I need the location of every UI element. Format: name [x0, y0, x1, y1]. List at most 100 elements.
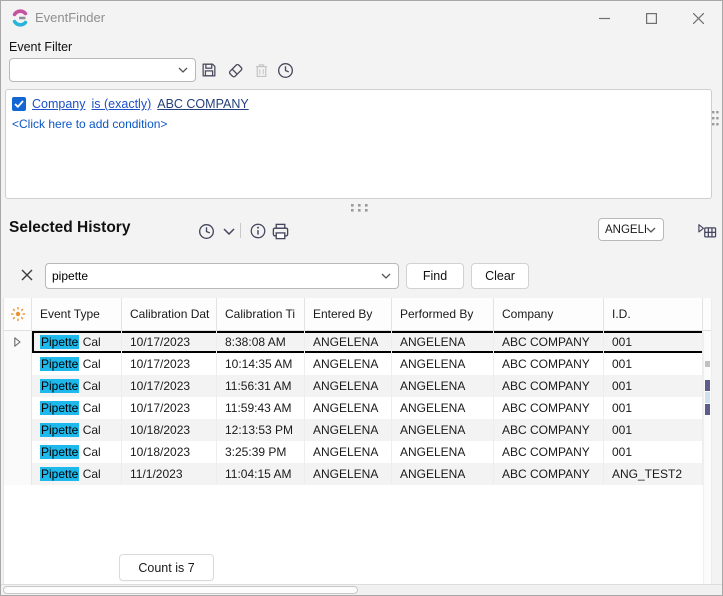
cell-performed-by: ANGELENA [392, 331, 494, 353]
user-combo-value: ANGELENA [599, 224, 646, 236]
find-button[interactable]: Find [406, 263, 464, 289]
cell-entered-by: ANGELENA [305, 419, 392, 441]
column-header-event-type[interactable]: Event Type [32, 298, 122, 330]
eraser-icon[interactable] [225, 60, 245, 80]
cell-entered-by: ANGELENA [305, 397, 392, 419]
cell-performed-by: ANGELENA [392, 463, 494, 485]
row-indicator [4, 463, 32, 485]
condition-operator-link[interactable]: is (exactly) [92, 97, 152, 111]
table-row[interactable]: Pipette Cal 10/18/2023 3:25:39 PM ANGELE… [4, 441, 711, 463]
current-row-arrow-icon [14, 337, 21, 347]
clear-button[interactable]: Clear [471, 263, 529, 289]
filter-preset-input[interactable] [10, 63, 178, 77]
horizontal-scroll-thumb[interactable] [3, 586, 358, 594]
count-label: Count is 7 [138, 561, 194, 575]
history-dropdown-chevron-icon[interactable] [219, 221, 239, 241]
row-indicator [4, 331, 32, 353]
cell-entered-by: ANGELENA [305, 331, 392, 353]
column-header-company[interactable]: Company [494, 298, 604, 330]
condition-field-link[interactable]: Company [32, 97, 86, 111]
column-header-performed-by[interactable]: Performed By [392, 298, 494, 330]
filter-history-clock-icon[interactable] [275, 60, 295, 80]
row-indicator [4, 441, 32, 463]
minimize-button[interactable] [581, 1, 628, 35]
table-row[interactable]: Pipette Cal 10/18/2023 12:13:53 PM ANGEL… [4, 419, 711, 441]
cell-id: 001 [604, 441, 703, 463]
chevron-down-icon[interactable] [178, 67, 188, 73]
cell-event-type: Pipette Cal [32, 331, 122, 353]
sun-filter-icon[interactable] [4, 298, 32, 330]
cell-calibration-date: 11/1/2023 [122, 463, 217, 485]
cell-event-type: Pipette Cal [32, 419, 122, 441]
column-header-entered-by[interactable]: Entered By [305, 298, 392, 330]
cell-entered-by: ANGELENA [305, 375, 392, 397]
print-icon[interactable] [270, 221, 290, 241]
cell-event-type: Pipette Cal [32, 353, 122, 375]
panel-resize-grip[interactable] [712, 111, 719, 129]
cell-calibration-time: 10:14:35 AM [217, 353, 305, 375]
column-header-id[interactable]: I.D. [604, 298, 703, 330]
cell-calibration-time: 11:04:15 AM [217, 463, 305, 485]
maximize-button[interactable] [628, 1, 675, 35]
cell-entered-by: ANGELENA [305, 353, 392, 375]
cell-calibration-date: 10/17/2023 [122, 375, 217, 397]
cell-event-type: Pipette Cal [32, 397, 122, 419]
highlighted-term: Pipette [40, 445, 79, 459]
cell-calibration-date: 10/17/2023 [122, 331, 217, 353]
column-header-calibration-time[interactable]: Calibration Ti [217, 298, 305, 330]
row-indicator [4, 397, 32, 419]
add-condition-link[interactable]: <Click here to add condition> [12, 117, 705, 131]
table-row[interactable]: Pipette Cal 10/17/2023 11:59:43 AM ANGEL… [4, 397, 711, 419]
cell-performed-by: ANGELENA [392, 419, 494, 441]
cell-company: ABC COMPANY [494, 397, 604, 419]
horizontal-scrollbar[interactable] [1, 584, 723, 595]
grid-vertical-scrollbar[interactable] [703, 331, 711, 586]
condition-checkbox[interactable] [12, 97, 26, 111]
cell-id: 001 [604, 353, 703, 375]
save-filter-icon[interactable] [199, 60, 219, 80]
table-row[interactable]: Pipette Cal 10/17/2023 10:14:35 AM ANGEL… [4, 353, 711, 375]
close-button[interactable] [675, 1, 722, 35]
cell-entered-by: ANGELENA [305, 463, 392, 485]
cell-company: ABC COMPANY [494, 375, 604, 397]
highlighted-term: Pipette [40, 467, 79, 481]
info-icon[interactable] [248, 221, 268, 241]
cell-company: ABC COMPANY [494, 419, 604, 441]
highlighted-term: Pipette [40, 379, 79, 393]
search-combo[interactable] [45, 263, 399, 289]
table-row[interactable]: Pipette Cal 10/17/2023 8:38:08 AM ANGELE… [4, 331, 711, 353]
cell-company: ABC COMPANY [494, 441, 604, 463]
table-row[interactable]: Pipette Cal 11/1/2023 11:04:15 AM ANGELE… [4, 463, 711, 485]
search-input[interactable] [46, 269, 381, 283]
cell-company: ABC COMPANY [494, 463, 604, 485]
column-header-calibration-date[interactable]: Calibration Dat [122, 298, 217, 330]
cell-event-type: Pipette Cal [32, 441, 122, 463]
eventfinder-window: EventFinder Event Filter [0, 0, 723, 596]
title-bar: EventFinder [1, 1, 722, 35]
chevron-down-icon[interactable] [381, 273, 391, 279]
cell-performed-by: ANGELENA [392, 397, 494, 419]
cell-performed-by: ANGELENA [392, 441, 494, 463]
cell-performed-by: ANGELENA [392, 353, 494, 375]
splitter-handle[interactable] [351, 204, 373, 212]
table-row[interactable]: Pipette Cal 10/17/2023 11:56:31 AM ANGEL… [4, 375, 711, 397]
row-indicator [4, 375, 32, 397]
row-indicator [4, 353, 32, 375]
column-chooser-icon[interactable] [696, 220, 718, 242]
cell-company: ABC COMPANY [494, 353, 604, 375]
filter-preset-combo[interactable] [9, 58, 196, 82]
history-clock-icon[interactable] [196, 221, 216, 241]
close-search-icon[interactable] [19, 267, 35, 283]
chevron-down-icon[interactable] [646, 227, 656, 233]
delete-filter-icon[interactable] [251, 60, 271, 80]
scroll-thumb[interactable] [705, 361, 710, 367]
cell-event-type: Pipette Cal [32, 375, 122, 397]
cell-calibration-time: 11:56:31 AM [217, 375, 305, 397]
cell-calibration-time: 11:59:43 AM [217, 397, 305, 419]
cell-id: 001 [604, 331, 703, 353]
user-combo[interactable]: ANGELENA [598, 218, 664, 241]
count-box: Count is 7 [119, 554, 214, 581]
condition-value-link[interactable]: ABC COMPANY [157, 97, 248, 111]
highlighted-term: Pipette [40, 357, 79, 371]
cell-calibration-time: 3:25:39 PM [217, 441, 305, 463]
